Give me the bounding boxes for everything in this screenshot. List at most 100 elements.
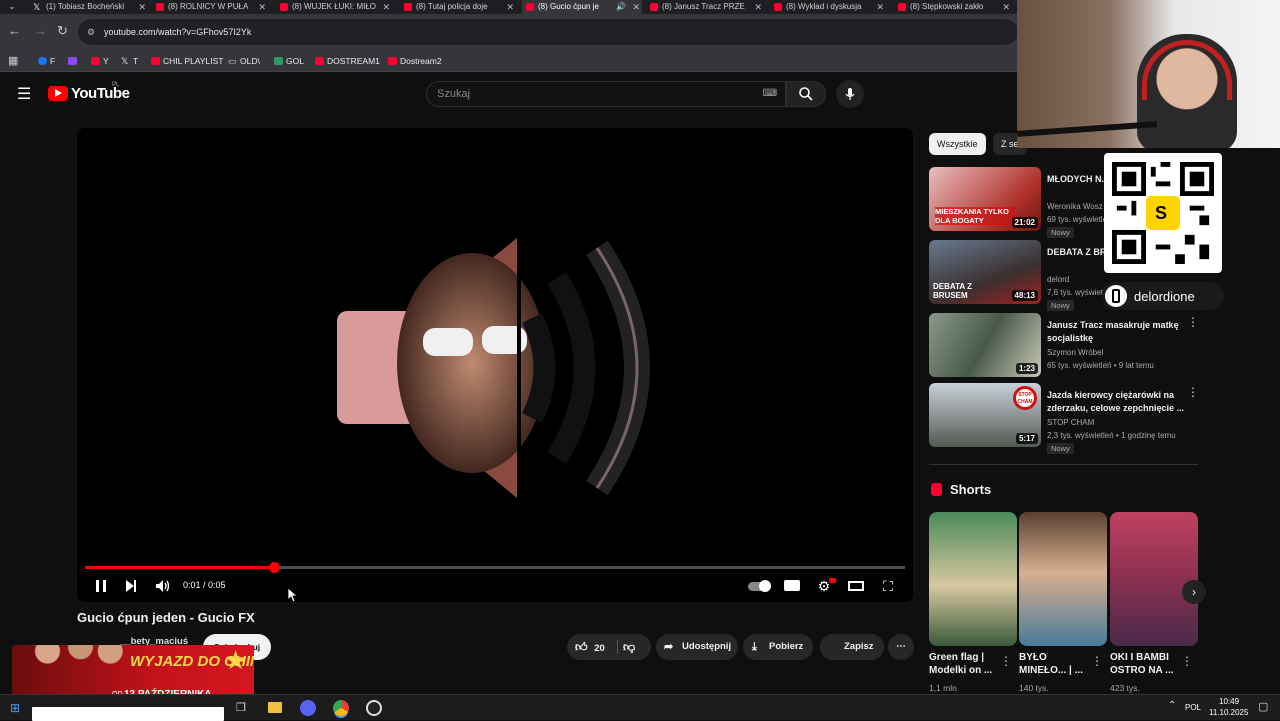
notifications-icon[interactable]: ▢ [1258, 700, 1268, 713]
short-thumbnail[interactable] [929, 512, 1017, 646]
taskbar-search-box[interactable] [32, 707, 224, 721]
save-button[interactable]: Zapisz [820, 634, 884, 660]
youtube-icon [91, 57, 100, 65]
speaker-icon[interactable]: 🔊 [616, 0, 626, 14]
short-title[interactable]: Green flag | Modelki on ... [929, 651, 1001, 677]
subtitles-button[interactable] [782, 576, 802, 596]
reload-icon[interactable]: ↻ [57, 23, 68, 39]
search-button[interactable] [786, 81, 826, 107]
browser-tab[interactable]: (8) Tutaj policja doje ✕ [400, 0, 516, 14]
bookmark-item[interactable]: F [38, 54, 55, 68]
recommended-video[interactable]: STOP CHAM 5:17 Jazda kierowcy ciężarówki… [929, 383, 1199, 454]
short-thumbnail[interactable] [1110, 512, 1198, 646]
bookmark-item[interactable]: DOSTREAM1 [315, 54, 380, 68]
bookmark-label: Y [103, 56, 109, 66]
tray-expand-icon[interactable]: ⌃ [1168, 700, 1176, 711]
more-vertical-icon[interactable]: ⋮ [1181, 654, 1193, 668]
more-horizontal-icon: ⋯ [896, 641, 906, 652]
share-button[interactable]: ➦ Udostępnij [656, 634, 738, 660]
hamburger-menu-icon[interactable]: ☰ [17, 84, 31, 104]
subtitles-icon [784, 580, 800, 591]
browser-tab[interactable]: (8) Stępkowski zakło ✕ [894, 0, 1012, 14]
video-thumbnail[interactable]: MIESZKANIA TYLKO DLA BOGATY 21:02 [929, 167, 1041, 231]
more-vertical-icon[interactable]: ⋮ [1091, 654, 1103, 668]
next-button[interactable] [121, 576, 141, 596]
close-tab-icon[interactable]: ✕ [632, 0, 640, 14]
close-tab-icon[interactable]: ✕ [1002, 0, 1010, 14]
task-view-icon[interactable]: ❐ [236, 701, 246, 714]
recommended-video[interactable]: 1:23 Janusz Tracz masakruje matkę socjal… [929, 313, 1199, 377]
chip-all[interactable]: Wszystkie [929, 133, 986, 155]
more-vertical-icon[interactable]: ⋮ [1187, 385, 1199, 399]
x-icon: 𝕏 [121, 56, 129, 66]
like-button[interactable]: 👍︎ 20 [575, 634, 617, 662]
browser-tab[interactable]: (8) Wykład i dyskusja ✕ [770, 0, 886, 14]
autoplay-toggle[interactable] [747, 576, 771, 596]
browser-tab[interactable]: (8) ROLNICY W PUŁA ✕ [152, 0, 268, 14]
progress-bar[interactable] [85, 562, 905, 573]
more-actions-button[interactable]: ⋯ [888, 634, 914, 660]
browser-tab[interactable]: 𝕏 (1) Tobiasz Bocheński ✕ [30, 0, 148, 14]
browser-tab[interactable]: (8) Janusz Tracz PRZE ✕ [646, 0, 764, 14]
bookmark-item[interactable]: CHIL PLAYLIST [151, 54, 223, 68]
download-button[interactable]: ⤓ Pobierz [743, 634, 813, 660]
mouse-cursor-icon [288, 588, 298, 602]
volume-button[interactable] [153, 576, 173, 596]
video-thumbnail[interactable]: 1:23 [929, 313, 1041, 377]
new-badge: Nowy [1047, 300, 1074, 311]
close-tab-icon[interactable]: ✕ [754, 0, 762, 14]
autoplay-toggle-icon [748, 580, 771, 592]
more-vertical-icon[interactable]: ⋮ [1000, 654, 1012, 668]
clock-date[interactable]: 11.10.2025 [1209, 708, 1248, 717]
short-thumbnail[interactable] [1019, 512, 1107, 646]
progress-scrubber[interactable] [268, 562, 280, 573]
tab-list-dropdown-icon[interactable]: ⌄ [8, 1, 16, 12]
back-arrow-icon[interactable]: ← [8, 23, 21, 38]
browser-tab-active[interactable]: (8) Gucio ćpun je 🔊 ✕ [522, 0, 642, 14]
video-thumbnail[interactable]: DEBATA Z BRUSEM 48:13 [929, 240, 1041, 304]
pause-button[interactable] [91, 576, 111, 596]
clock-time[interactable]: 10:49 [1219, 697, 1239, 706]
short-title[interactable]: OKI I BAMBI OSTRO NA ... [1110, 651, 1182, 677]
settings-button[interactable]: ⚙ [814, 576, 836, 596]
keyboard-icon[interactable]: ⌨ [763, 82, 777, 106]
bookmark-folder[interactable]: ▭ OLD\ [228, 54, 260, 68]
gol-icon [274, 57, 283, 65]
close-tab-icon[interactable]: ✕ [506, 0, 514, 14]
youtube-icon [280, 3, 288, 11]
theater-mode-button[interactable] [846, 576, 866, 596]
close-tab-icon[interactable]: ✕ [876, 0, 884, 14]
voice-search-button[interactable] [836, 80, 864, 108]
address-bar[interactable]: ⚙ youtube.com/watch?v=GFhov57I2Yk [78, 19, 1018, 45]
obs-icon[interactable] [366, 700, 382, 716]
channel-name: Szymon Wróbel [1047, 348, 1104, 357]
shorts-next-button[interactable]: › [1182, 580, 1206, 604]
video-title: Janusz Tracz masakruje matkę socjalistkę [1047, 320, 1179, 343]
close-tab-icon[interactable]: ✕ [382, 0, 390, 14]
bookmark-item[interactable]: 𝕏T [121, 54, 138, 68]
site-info-icon[interactable]: ⚙ [87, 19, 95, 45]
browser-tab[interactable]: (8) WUJEK ŁUKI: MIŁO ✕ [276, 0, 392, 14]
discord-icon[interactable] [300, 700, 316, 716]
video-player[interactable]: 0:01 / 0:05 ⚙ ⛶ [77, 128, 913, 602]
chrome-icon[interactable] [333, 700, 349, 716]
time-display: 0:01 / 0:05 [183, 580, 226, 590]
video-thumbnail[interactable]: STOP CHAM 5:17 [929, 383, 1041, 447]
fullscreen-button[interactable]: ⛶ [878, 576, 898, 596]
bookmark-item[interactable]: Dostream2 [388, 54, 442, 68]
close-tab-icon[interactable]: ✕ [258, 0, 266, 14]
bookmark-item[interactable]: GOL [274, 54, 304, 68]
more-vertical-icon[interactable]: ⋮ [1187, 315, 1199, 329]
tab-label: (1) Tobiasz Bocheński [46, 2, 125, 11]
file-explorer-icon[interactable] [268, 702, 282, 713]
search-input[interactable]: Szukaj ⌨ [426, 81, 786, 107]
close-tab-icon[interactable]: ✕ [138, 0, 146, 14]
short-title[interactable]: BYŁO MINEŁO... | ... [1019, 651, 1091, 677]
forward-arrow-icon[interactable]: → [34, 23, 47, 38]
keyboard-language[interactable]: POL [1185, 703, 1201, 712]
video-meta: 69 tys. wyświetleń [1047, 215, 1112, 224]
dislike-button[interactable]: 👎︎ [623, 634, 635, 662]
windows-start-icon[interactable]: ⊞ [10, 701, 20, 715]
apps-grid-icon[interactable]: ▦ [8, 54, 18, 67]
bookmark-item[interactable]: Y [91, 54, 109, 68]
